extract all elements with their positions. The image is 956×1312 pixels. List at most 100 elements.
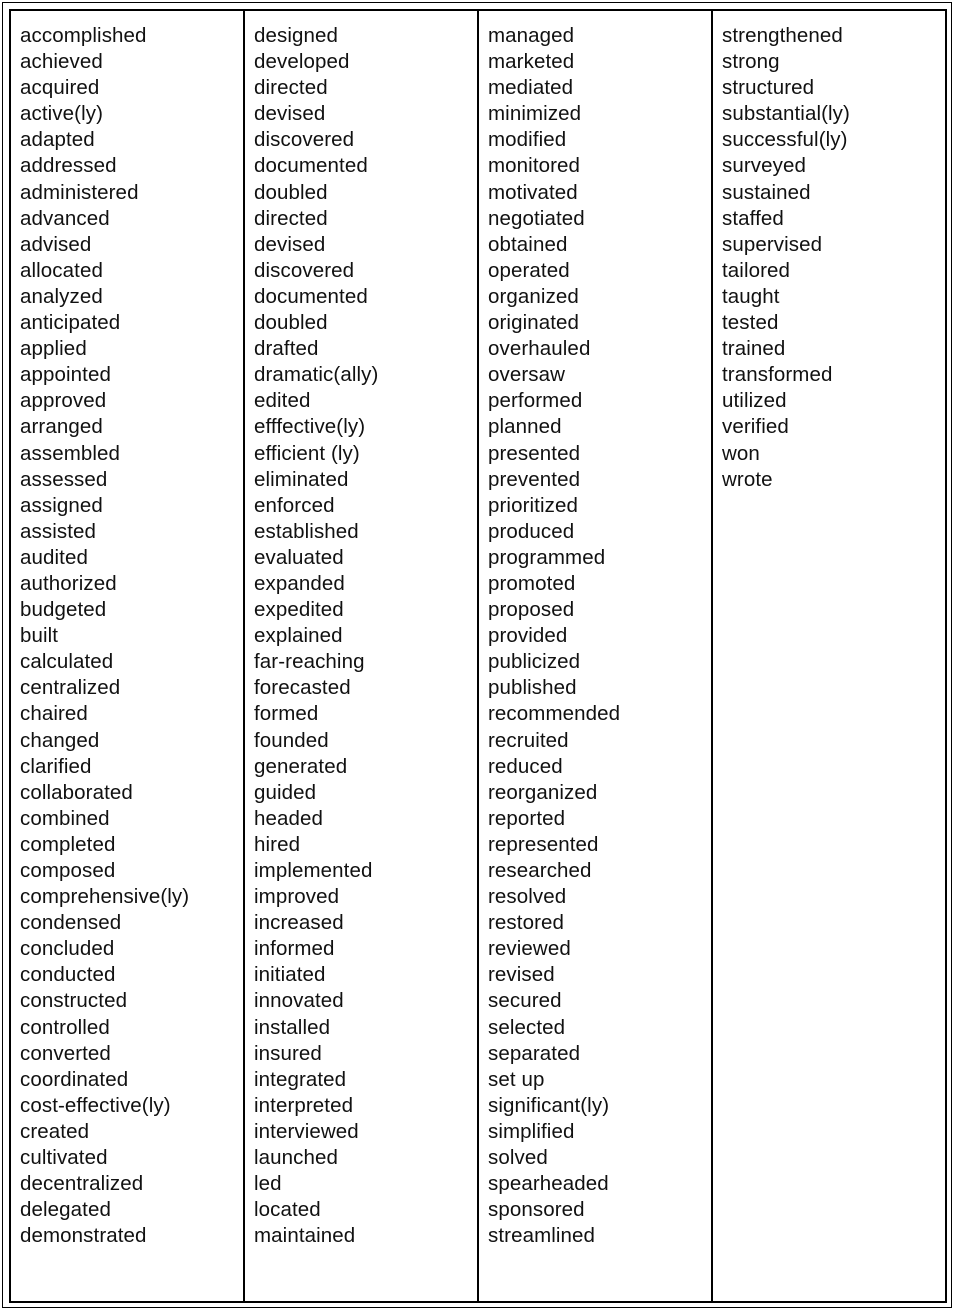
word-item: installed <box>254 1015 331 1039</box>
word-item: transformed <box>722 363 833 387</box>
word-item: spearheaded <box>488 1172 609 1196</box>
word-item: organized <box>488 284 579 308</box>
word-item: represented <box>488 832 599 856</box>
word-item: interviewed <box>254 1119 359 1143</box>
word-column-3: managed marketed mediated minimized modified… <box>479 11 713 1301</box>
word-item: presented <box>488 441 581 465</box>
word-item: negotiated <box>488 206 585 230</box>
word-item: led <box>254 1172 282 1196</box>
word-item: programmed <box>488 545 606 569</box>
word-item: authorized <box>20 571 117 595</box>
word-item: streamlined <box>488 1224 596 1248</box>
word-item: acquired <box>20 76 100 100</box>
word-item: evaluated <box>254 545 344 569</box>
word-item: controlled <box>20 1015 110 1039</box>
word-column-2: designed developed directed devised discover… <box>245 11 479 1301</box>
word-item: generated <box>254 754 348 778</box>
word-item: proposed <box>488 598 575 622</box>
word-item: completed <box>20 832 116 856</box>
word-item: sustained <box>722 180 811 204</box>
word-item: chaired <box>20 702 88 726</box>
word-column-1: accomplished achieved acquired active(ly) ad… <box>11 11 245 1301</box>
word-item: efffective(ly) <box>254 415 366 439</box>
word-item: planned <box>488 415 562 439</box>
word-item: revised <box>488 963 555 987</box>
word-item: anticipated <box>20 311 121 335</box>
word-item: separated <box>488 1041 581 1065</box>
word-item: minimized <box>488 102 582 126</box>
word-item: applied <box>20 337 87 361</box>
word-item: advised <box>20 232 92 256</box>
word-item: active(ly) <box>20 102 104 126</box>
word-item: verified <box>722 415 789 439</box>
word-item: assessed <box>20 467 108 491</box>
word-item: enforced <box>254 493 335 517</box>
word-item: reorganized <box>488 780 598 804</box>
word-item: innovated <box>254 989 344 1013</box>
word-item: far-reaching <box>254 650 365 674</box>
word-item: devised <box>254 102 326 126</box>
word-item: conducted <box>20 963 116 987</box>
word-item: structured <box>722 76 815 100</box>
word-item: recommended <box>488 702 621 726</box>
word-item: forecasted <box>254 676 351 700</box>
word-item: wrote <box>722 467 773 491</box>
word-item: hired <box>254 832 301 856</box>
word-item: appointed <box>20 363 111 387</box>
word-column-4: strengthened strong structured substantial(… <box>713 11 945 1301</box>
word-item: expedited <box>254 598 344 622</box>
word-item: discovered <box>254 258 355 282</box>
word-item: delegated <box>20 1198 111 1222</box>
word-item: centralized <box>20 676 121 700</box>
word-item: simplified <box>488 1119 575 1143</box>
word-item: founded <box>254 728 329 752</box>
word-item: clarified <box>20 754 92 778</box>
word-item: overhauled <box>488 337 591 361</box>
word-item: marketed <box>488 50 575 74</box>
word-item: combined <box>20 806 110 830</box>
word-item: composed <box>20 859 116 882</box>
word-item: collaborated <box>20 780 133 804</box>
word-item: restored <box>488 911 565 935</box>
word-item: strengthened <box>722 24 843 47</box>
word-item: established <box>254 519 359 543</box>
word-item: supervised <box>722 232 823 256</box>
word-item: prioritized <box>488 493 578 517</box>
word-item: advanced <box>20 206 110 230</box>
word-item: efficient (ly) <box>254 441 360 465</box>
word-item: produced <box>488 519 575 543</box>
word-item: operated <box>488 258 570 282</box>
word-item: staffed <box>722 206 784 230</box>
word-item: interpreted <box>254 1093 354 1117</box>
word-item: designed <box>254 24 339 47</box>
word-item: originated <box>488 311 580 335</box>
word-item: assigned <box>20 493 103 517</box>
word-item: adapted <box>20 128 95 152</box>
word-item: calculated <box>20 650 114 674</box>
word-item: strong <box>722 50 780 74</box>
word-item: constructed <box>20 989 128 1013</box>
word-item: increased <box>254 911 344 935</box>
word-item: secured <box>488 989 562 1013</box>
word-item: analyzed <box>20 284 103 308</box>
word-item: allocated <box>20 258 103 282</box>
word-item: expanded <box>254 571 345 595</box>
word-item: dramatic(ally) <box>254 363 379 387</box>
word-item: prevented <box>488 467 581 491</box>
word-item: launched <box>254 1146 339 1170</box>
word-item: won <box>722 441 760 465</box>
word-item: achieved <box>20 50 103 74</box>
word-item: headed <box>254 806 324 830</box>
word-item: budgeted <box>20 598 107 622</box>
word-item: approved <box>20 389 107 413</box>
word-item: integrated <box>254 1067 347 1091</box>
word-item: drafted <box>254 337 319 361</box>
word-item: built <box>20 624 59 648</box>
word-item: selected <box>488 1015 566 1039</box>
word-item: insured <box>254 1041 322 1065</box>
word-item: reviewed <box>488 937 571 961</box>
word-item: motivated <box>488 180 578 204</box>
word-item: performed <box>488 389 583 413</box>
word-item: surveyed <box>722 154 806 178</box>
word-item: implemented <box>254 859 373 882</box>
